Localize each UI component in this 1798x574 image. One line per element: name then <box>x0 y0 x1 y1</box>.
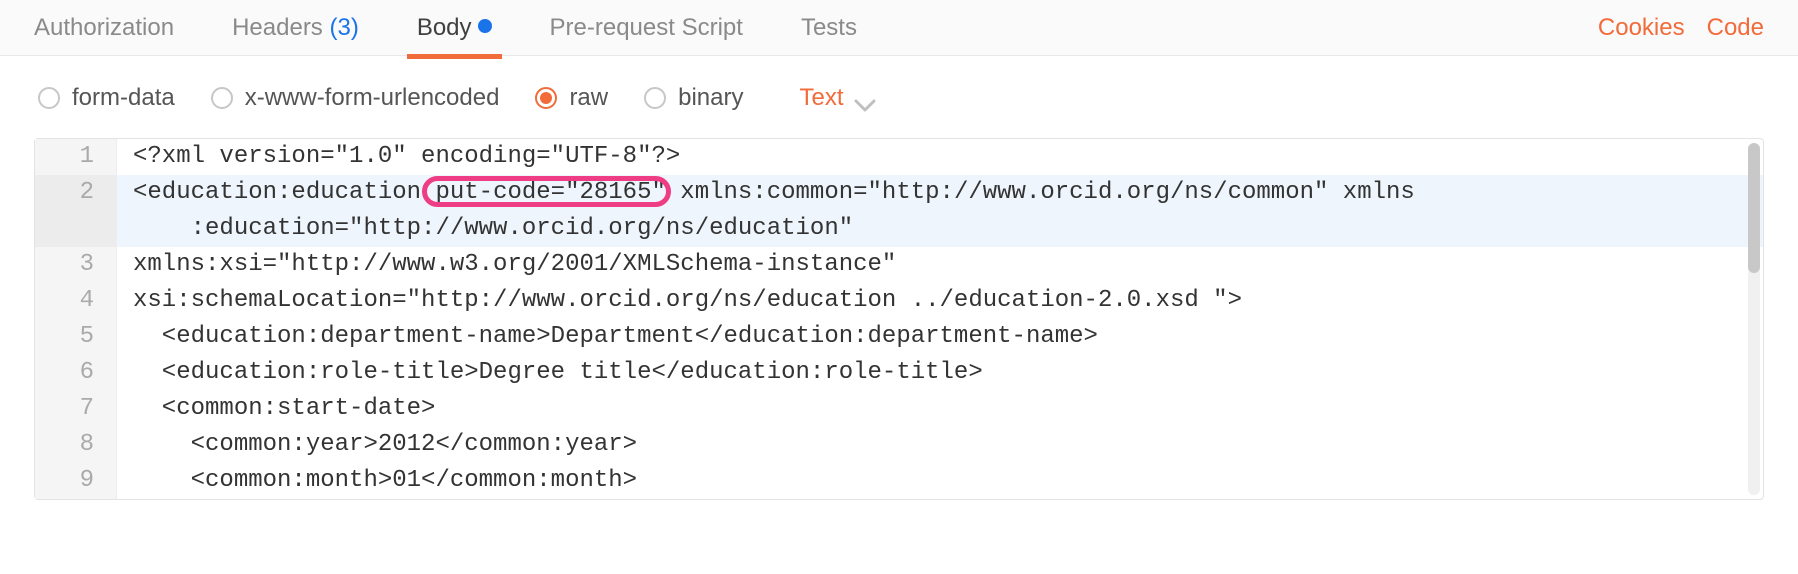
radio-binary[interactable]: binary <box>644 84 743 112</box>
code-text: <education:role-title>Degree title</educ… <box>117 355 983 391</box>
radio-raw[interactable]: raw <box>535 84 608 112</box>
radio-label: binary <box>678 84 743 112</box>
tab-body[interactable]: Body <box>417 14 492 56</box>
line-number: 4 <box>35 283 117 319</box>
code-text: <education:education put-code="28165" xm… <box>117 175 1415 211</box>
tab-body-label: Body <box>417 14 472 41</box>
radio-label: form-data <box>72 84 175 112</box>
code-span: xmlns:common="http://www.orcid.org/ns/co… <box>666 179 1415 206</box>
code-span: put-code="28165" <box>435 179 665 206</box>
tab-authorization[interactable]: Authorization <box>34 14 174 56</box>
code-line: 9 <common:month>01</common:month> <box>35 463 1763 499</box>
tab-headers[interactable]: Headers (3) <box>232 14 359 56</box>
radio-label: raw <box>569 84 608 112</box>
request-tabs: Authorization Headers (3) Body Pre-reque… <box>0 0 1798 56</box>
radio-urlencoded[interactable]: x-www-form-urlencoded <box>211 84 500 112</box>
line-number: 9 <box>35 463 117 499</box>
tab-headers-label: Headers <box>232 14 323 41</box>
code-text: xmlns:xsi="http://www.w3.org/2001/XMLSch… <box>117 247 896 283</box>
radio-form-data[interactable]: form-data <box>38 84 175 112</box>
code-line: 3 xmlns:xsi="http://www.w3.org/2001/XMLS… <box>35 247 1763 283</box>
line-number: 7 <box>35 391 117 427</box>
code-line: 2 <education:education put-code="28165" … <box>35 175 1763 211</box>
top-right-links: Cookies Code <box>1598 14 1764 42</box>
radio-label: x-www-form-urlencoded <box>245 84 500 112</box>
code-text: <common:start-date> <box>117 391 435 427</box>
line-number <box>35 211 117 247</box>
tab-tests[interactable]: Tests <box>801 14 857 56</box>
radio-icon <box>535 87 557 109</box>
code-text: xsi:schemaLocation="http://www.orcid.org… <box>117 283 1242 319</box>
code-line: 5 <education:department-name>Department<… <box>35 319 1763 355</box>
code-editor[interactable]: 1 <?xml version="1.0" encoding="UTF-8"?>… <box>34 138 1764 500</box>
code-text: <?xml version="1.0" encoding="UTF-8"?> <box>117 139 680 175</box>
raw-format-label: Text <box>799 84 843 112</box>
code-line: 4 xsi:schemaLocation="http://www.orcid.o… <box>35 283 1763 319</box>
code-line: 8 <common:year>2012</common:year> <box>35 427 1763 463</box>
unsaved-dot-icon <box>478 19 492 33</box>
code-line: 7 <common:start-date> <box>35 391 1763 427</box>
line-number: 8 <box>35 427 117 463</box>
body-type-row: form-data x-www-form-urlencoded raw bina… <box>0 56 1798 130</box>
code-line: 1 <?xml version="1.0" encoding="UTF-8"?> <box>35 139 1763 175</box>
code-text: <common:month>01</common:month> <box>117 463 637 499</box>
code-text: <education:department-name>Department</e… <box>117 319 1098 355</box>
radio-icon <box>644 87 666 109</box>
radio-icon <box>211 87 233 109</box>
tab-prerequest[interactable]: Pre-request Script <box>550 14 743 56</box>
radio-icon <box>38 87 60 109</box>
code-link[interactable]: Code <box>1707 14 1764 42</box>
line-number: 2 <box>35 175 117 211</box>
code-editor-content: 1 <?xml version="1.0" encoding="UTF-8"?>… <box>35 139 1763 499</box>
line-number: 5 <box>35 319 117 355</box>
scrollbar[interactable] <box>1748 143 1760 495</box>
code-line: :education="http://www.orcid.org/ns/educ… <box>35 211 1763 247</box>
tab-headers-count: (3) <box>329 14 358 41</box>
code-text: :education="http://www.orcid.org/ns/educ… <box>117 211 853 247</box>
code-span: <education:education <box>133 179 435 206</box>
scrollbar-thumb[interactable] <box>1748 143 1760 273</box>
line-number: 1 <box>35 139 117 175</box>
cookies-link[interactable]: Cookies <box>1598 14 1685 42</box>
raw-format-dropdown[interactable]: Text <box>799 84 853 112</box>
line-number: 6 <box>35 355 117 391</box>
line-number: 3 <box>35 247 117 283</box>
code-text: <common:year>2012</common:year> <box>117 427 637 463</box>
code-line: 6 <education:role-title>Degree title</ed… <box>35 355 1763 391</box>
